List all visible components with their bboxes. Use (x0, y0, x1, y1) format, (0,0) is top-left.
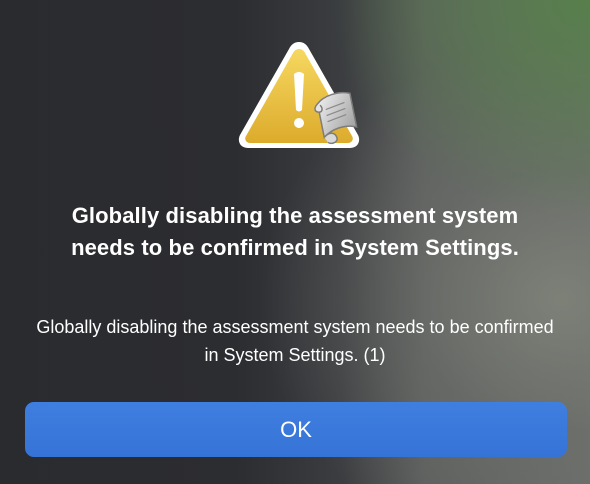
ok-button[interactable]: OK (25, 402, 567, 457)
dialog-title: Globally disabling the assessment system… (71, 203, 519, 260)
dialog-message: Globally disabling the assessment system… (36, 317, 554, 365)
alert-dialog: Globally disabling the assessment system… (0, 0, 590, 484)
caution-script-icon (236, 40, 362, 152)
